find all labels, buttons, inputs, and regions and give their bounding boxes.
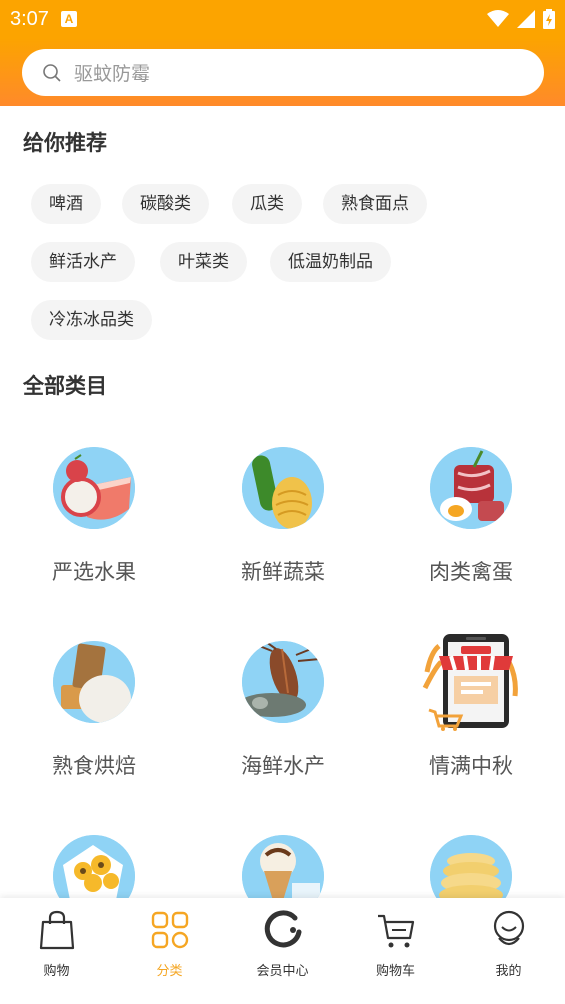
shopping-bag-icon (39, 910, 74, 950)
tag-item[interactable]: 低温奶制品 (270, 242, 391, 282)
tag-item[interactable]: 熟食面点 (323, 184, 427, 224)
tab-category[interactable]: 分类 (113, 898, 226, 1004)
category-label: 严选水果 (52, 560, 136, 584)
status-icons (487, 9, 555, 29)
category-label: 新鲜蔬菜 (241, 560, 325, 584)
vegetable-icon (242, 447, 324, 529)
recommend-title: 给你推荐 (23, 131, 107, 155)
category-item[interactable]: 肉类禽蛋 (377, 447, 565, 586)
status-bar: 3:07 A (0, 0, 565, 38)
tab-label: 我的 (495, 964, 522, 979)
search-header: 驱蚊防霉 (0, 38, 565, 106)
tag-item[interactable]: 鲜活水产 (31, 242, 135, 282)
categories-title: 全部类目 (23, 374, 107, 398)
tag-item[interactable]: 碳酸类 (122, 184, 209, 224)
search-icon (43, 63, 61, 82)
category-label: 情满中秋 (429, 754, 513, 778)
tab-label: 分类 (156, 964, 183, 979)
tab-label: 购物车 (375, 964, 415, 979)
member-icon (264, 910, 301, 948)
tab-member[interactable]: 会员中心 (226, 898, 339, 1004)
battery-icon (543, 9, 555, 29)
category-grid-icon (151, 911, 188, 949)
category-item[interactable]: 情满中秋 (377, 632, 565, 780)
status-time: 3:07 (10, 7, 49, 30)
bakery-icon (53, 641, 135, 723)
tab-cart[interactable]: 购物车 (339, 898, 452, 1004)
signal-icon (517, 10, 535, 28)
shop-sale-icon (421, 632, 521, 732)
category-item[interactable]: 熟食烘焙 (0, 641, 188, 780)
bottom-tab-bar: 购物 分类 会员中心 购物车 我的 (0, 898, 565, 1004)
profile-icon (493, 910, 524, 946)
tab-label: 会员中心 (256, 964, 309, 979)
notification-a-icon: A (60, 11, 77, 27)
fruit-icon (53, 447, 135, 529)
tag-item[interactable]: 叶菜类 (160, 242, 247, 282)
tab-profile[interactable]: 我的 (452, 898, 565, 1004)
search-input[interactable]: 驱蚊防霉 (22, 49, 544, 96)
tab-label: 购物 (43, 964, 70, 979)
tab-shopping[interactable]: 购物 (0, 898, 113, 1004)
category-label: 肉类禽蛋 (429, 560, 513, 584)
category-item[interactable]: 海鲜水产 (189, 641, 377, 780)
cart-icon (377, 914, 414, 948)
meat-egg-icon (430, 447, 512, 529)
category-label: 海鲜水产 (241, 754, 325, 778)
wifi-icon (487, 10, 509, 27)
category-label: 熟食烘焙 (52, 754, 136, 778)
tag-item[interactable]: 瓜类 (232, 184, 302, 224)
category-item[interactable]: 新鲜蔬菜 (189, 447, 377, 586)
category-item[interactable]: 严选水果 (0, 447, 188, 586)
search-placeholder: 驱蚊防霉 (74, 63, 151, 85)
tag-item[interactable]: 冷冻冰品类 (31, 300, 152, 340)
seafood-icon (242, 641, 324, 723)
tag-item[interactable]: 啤酒 (31, 184, 101, 224)
